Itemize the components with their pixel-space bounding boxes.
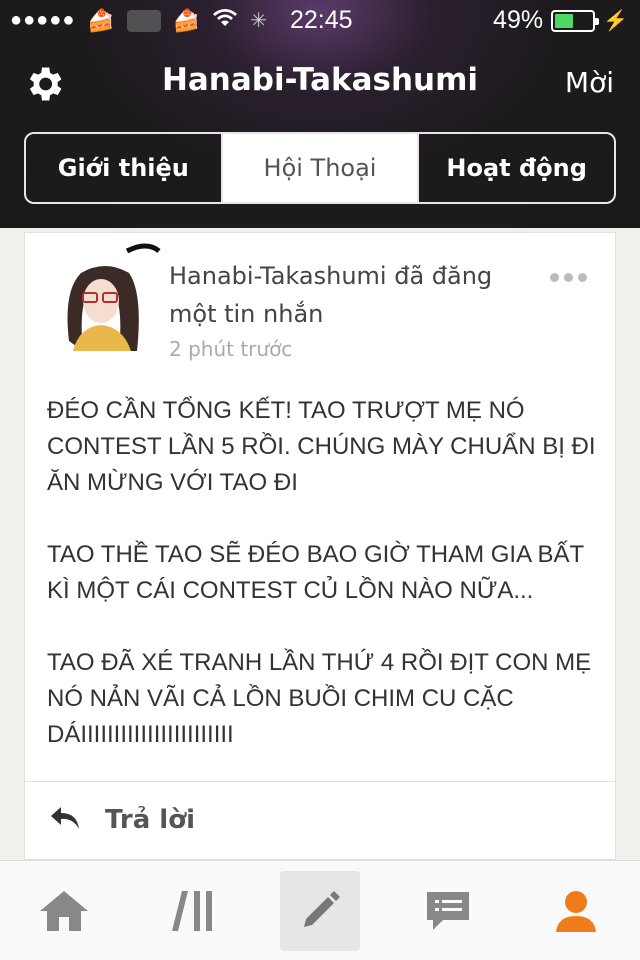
nav-bar: Hanabi-Takashumi Mời [0,44,640,124]
header-background: ●●●●● 🍰 🍰 ✳ 22:45 49% ⚡ Hanabi-Takashumi… [0,0,640,228]
wifi-icon [212,6,238,35]
home-icon[interactable] [24,871,104,951]
battery-icon [551,9,600,32]
bottom-tab-bar [0,860,640,960]
signal-icon: ●●●●● [10,9,76,31]
post-timestamp: 2 phút trước [169,337,293,361]
loading-icon: ✳ [250,10,267,32]
avatar[interactable] [49,241,173,365]
post-body: ĐÉO CẦN TỔNG KẾT! TAO TRƯỢT MẸ NÓ CONTES… [47,393,607,789]
post-paragraph: ĐÉO CẦN TỔNG KẾT! TAO TRƯỢT MẸ NÓ CONTES… [47,397,596,496]
compose-icon[interactable] [280,871,360,951]
segment-tabs: Giới thiệu Hội Thoại Hoạt động [24,132,616,204]
tab-intro[interactable]: Giới thiệu [26,134,221,202]
reply-arrow-icon [49,805,81,835]
reply-button[interactable]: Trả lời [49,805,195,835]
clock: 22:45 [290,6,353,34]
tab-conversation[interactable]: Hội Thoại [220,134,418,202]
carrier-blur [126,9,161,32]
post-paragraph: TAO ĐÃ XÉ TRANH LẦN THỨ 4 RỒI ĐỊT CON MẸ… [47,649,592,748]
charging-icon: ⚡ [603,10,628,32]
post-card: Hanabi-Takashumi đã đăng một tin nhắn 2 … [24,232,616,860]
cake-icon: 🍰 [87,7,115,33]
post-author-line: Hanabi-Takashumi đã đăng một tin nhắn [169,262,493,328]
more-options-icon[interactable] [550,273,587,282]
reply-label: Trả lời [105,805,195,835]
divider [25,781,615,782]
battery-percent: 49% [493,6,544,34]
feed-icon[interactable] [152,871,232,951]
profile-icon[interactable] [536,871,616,951]
post-paragraph: TAO THỀ TAO SẼ ĐÉO BAO GIỜ THAM GIA BẤT … [47,541,584,604]
status-bar: ●●●●● 🍰 🍰 ✳ 22:45 49% ⚡ [0,0,640,40]
page-title: Hanabi-Takashumi [161,62,479,98]
messages-icon[interactable] [408,871,488,951]
invite-button[interactable]: Mời [565,66,614,99]
cake-icon: 🍰 [172,7,201,33]
tab-activity[interactable]: Hoạt động [417,134,614,202]
